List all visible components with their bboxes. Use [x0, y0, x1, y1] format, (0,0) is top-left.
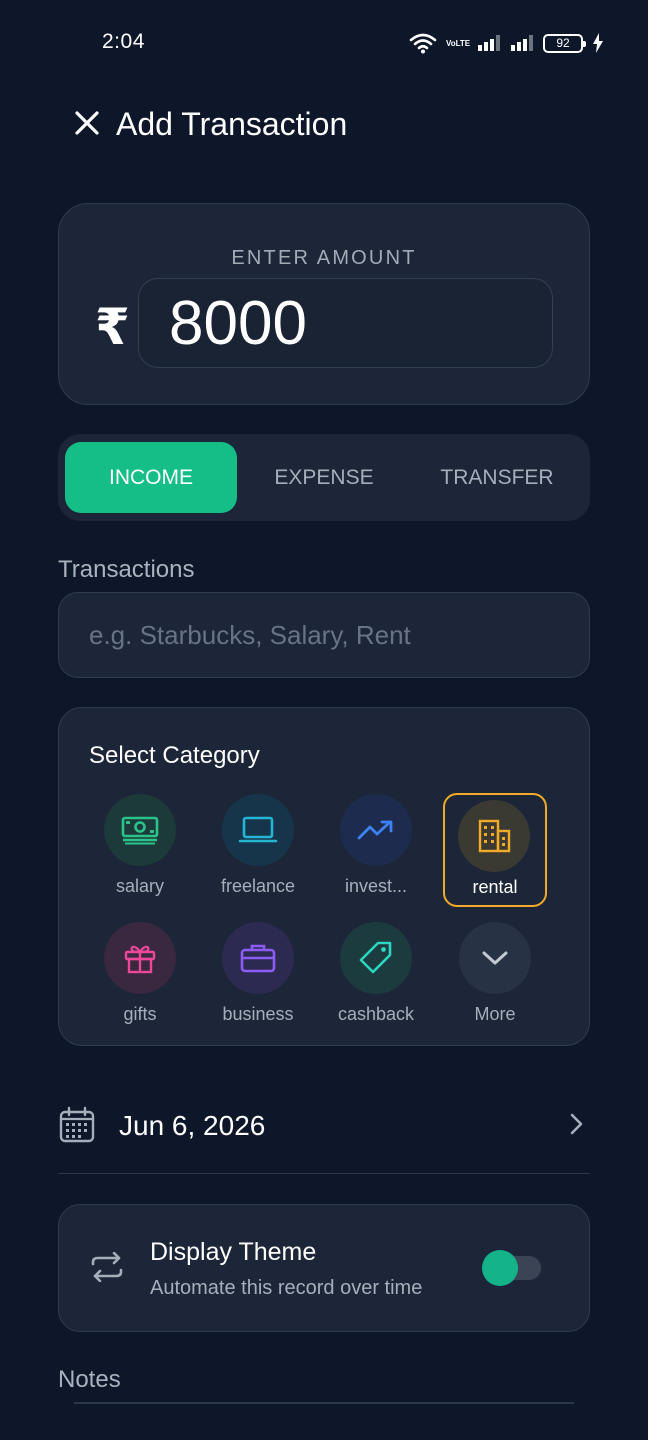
signal-icon-2 — [511, 35, 533, 51]
category-more-label: More — [474, 1004, 516, 1024]
expense-tab[interactable]: EXPENSE — [238, 442, 410, 513]
currency-symbol: ₹ — [95, 299, 130, 355]
gift-icon — [124, 945, 156, 974]
close-icon — [75, 111, 99, 135]
category-cashback[interactable]: cashback — [324, 922, 428, 1034]
category-business-circle — [222, 922, 294, 994]
category-gifts-circle — [104, 922, 176, 994]
transaction-name-input[interactable] — [58, 592, 590, 678]
recurring-subtitle: Automate this record over time — [150, 1277, 423, 1299]
category-card: Select Category salary freelance invest.… — [58, 707, 590, 1046]
repeat-icon — [91, 1252, 123, 1282]
status-icons: VoLTE 92 — [409, 30, 604, 56]
category-rental-circle — [458, 800, 530, 872]
category-freelance-circle — [222, 794, 294, 866]
notes-input-underline[interactable] — [74, 1402, 574, 1404]
category-cashback-label: cashback — [337, 1004, 415, 1024]
calendar-icon — [59, 1106, 95, 1143]
signal-icon — [478, 35, 500, 51]
category-salary-circle — [104, 794, 176, 866]
category-title: Select Category — [89, 742, 260, 769]
wifi-icon — [409, 33, 437, 54]
close-button[interactable] — [70, 106, 104, 140]
category-more[interactable]: More — [443, 922, 547, 1034]
recurring-card: Display Theme Automate this record over … — [58, 1204, 590, 1332]
category-rental[interactable]: rental — [443, 793, 547, 907]
amount-input[interactable] — [138, 278, 553, 368]
category-freelance[interactable]: freelance — [206, 794, 310, 906]
amount-card: ENTER AMOUNT ₹ — [58, 203, 590, 405]
category-investment-circle — [340, 794, 412, 866]
category-freelance-label: freelance — [220, 876, 296, 896]
battery-level: 92 — [556, 36, 570, 50]
page-title: Add Transaction — [116, 106, 348, 142]
category-salary[interactable]: salary — [88, 794, 192, 906]
date-value: Jun 6, 2026 — [119, 1110, 266, 1141]
chevron-down-icon — [482, 951, 508, 965]
category-investment-label: invest... — [344, 876, 408, 896]
date-picker-row[interactable]: Jun 6, 2026 — [58, 1088, 590, 1174]
money-icon — [121, 816, 159, 845]
battery-indicator: 92 — [543, 33, 586, 53]
transfer-tab[interactable]: TRANSFER — [411, 442, 583, 513]
category-cashback-circle — [340, 922, 412, 994]
trending-up-icon — [357, 820, 393, 840]
status-time: 2:04 — [102, 30, 145, 53]
category-gifts[interactable]: gifts — [88, 922, 192, 1034]
income-tab[interactable]: INCOME — [65, 442, 237, 513]
category-business[interactable]: business — [206, 922, 310, 1034]
category-rental-label: rental — [472, 877, 518, 897]
briefcase-icon — [240, 944, 276, 973]
notes-label: Notes — [58, 1366, 121, 1393]
transactions-label: Transactions — [58, 556, 195, 583]
category-investment[interactable]: invest... — [324, 794, 428, 906]
tag-icon — [359, 941, 392, 974]
transaction-type-selector: INCOME EXPENSE TRANSFER — [58, 434, 590, 521]
category-more-circle — [459, 922, 531, 994]
volte-indicator: VoLTE — [446, 38, 471, 48]
category-gifts-label: gifts — [123, 1004, 157, 1024]
recurring-toggle[interactable] — [482, 1250, 541, 1286]
chevron-right-icon — [570, 1113, 583, 1135]
charging-icon — [593, 33, 603, 53]
laptop-icon — [238, 816, 278, 843]
toggle-knob — [482, 1250, 518, 1286]
amount-label: ENTER AMOUNT — [231, 247, 417, 269]
category-salary-label: salary — [115, 876, 164, 896]
building-icon — [478, 819, 511, 853]
recurring-title: Display Theme — [150, 1238, 317, 1266]
category-business-label: business — [222, 1004, 294, 1024]
